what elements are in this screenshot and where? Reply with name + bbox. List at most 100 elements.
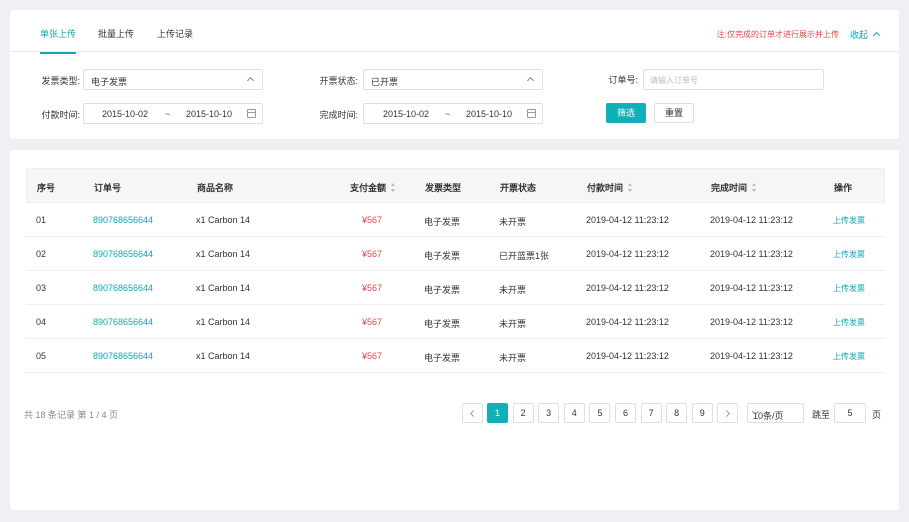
pay-time-end: 2015-10-10: [186, 109, 233, 119]
chevron-up-icon: [246, 76, 255, 85]
cell-invoice-type: 电子发票: [424, 285, 461, 295]
cell-product: x1 Carbon 14: [196, 249, 251, 259]
header-pay-time[interactable]: 付款时间: [587, 181, 633, 194]
jump-page-input[interactable]: 5: [834, 403, 866, 423]
cell-invoice-status: 未开票: [499, 353, 527, 363]
pay-time-start: 2015-10-02: [102, 109, 149, 119]
order-no-link[interactable]: 890768656644: [93, 351, 153, 361]
cell-invoice-type: 电子发票: [424, 217, 461, 227]
upload-invoice-link[interactable]: 上传发票: [833, 215, 865, 226]
prev-page-button[interactable]: [462, 403, 483, 423]
cell-invoice-type: 电子发票: [424, 251, 461, 261]
done-time-range[interactable]: 2015-10-02 ~ 2015-10-10: [363, 103, 543, 124]
cell-pay-time: 2019-04-12 11:23:12: [586, 317, 669, 327]
cell-pay-time: 2019-04-12 11:23:12: [586, 283, 669, 293]
order-no-input[interactable]: 请输入订单号: [643, 69, 824, 90]
invoice-type-select[interactable]: 电子发票: [83, 69, 263, 90]
header-order-no: 订单号: [94, 183, 122, 193]
tab-single-upload[interactable]: 单张上传: [40, 27, 77, 54]
tab-upload-records[interactable]: 上传记录: [157, 27, 193, 52]
cell-invoice-type: 电子发票: [424, 353, 461, 363]
done-time-end: 2015-10-10: [466, 109, 513, 119]
cell-amount: ¥567: [362, 351, 383, 361]
cell-invoice-status: 已开蓝票1张: [499, 251, 550, 261]
results-panel: 序号 订单号 商品名称 支付金额 发票类型 开票状态 付款时间 完成时间 操作 …: [10, 150, 899, 510]
order-no-link[interactable]: 890768656644: [93, 249, 153, 259]
sort-icon: [628, 183, 633, 192]
header-done-time[interactable]: 完成时间: [711, 181, 757, 194]
invoice-type-value: 电子发票: [91, 77, 128, 87]
cell-done-time: 2019-04-12 11:23:12: [710, 215, 793, 225]
upload-invoice-link[interactable]: 上传发票: [833, 351, 865, 362]
table-row: 05 890768656644 x1 Carbon 14 ¥567 电子发票 未开票 201…: [26, 339, 885, 373]
page-button-6[interactable]: 6: [615, 403, 636, 423]
next-page-button[interactable]: [717, 403, 738, 423]
upload-invoice-link[interactable]: 上传发票: [833, 317, 865, 328]
orders-table: 序号 订单号 商品名称 支付金额 发票类型 开票状态 付款时间 完成时间 操作 …: [26, 168, 885, 373]
page-button-4[interactable]: 4: [563, 403, 585, 423]
page-button-7[interactable]: 7: [640, 403, 662, 423]
table-row: 03 890768656644 x1 Carbon 14 ¥567 电子发票 未开票 201…: [26, 271, 885, 305]
order-no-link[interactable]: 890768656644: [93, 317, 153, 327]
header-amount[interactable]: 支付金额: [350, 181, 396, 194]
header-invoice-type: 发票类型: [425, 183, 462, 193]
cell-invoice-type: 电子发票: [424, 319, 461, 329]
invoice-status-select[interactable]: 已开票: [363, 69, 543, 90]
cell-product: x1 Carbon 14: [196, 215, 251, 225]
pay-time-range[interactable]: 2015-10-02 ~ 2015-10-10: [83, 103, 263, 124]
cell-amount: ¥567: [362, 215, 383, 225]
invoice-status-value: 已开票: [371, 77, 399, 87]
header-action: 操作: [834, 183, 853, 193]
order-no-placeholder: 请输入订单号: [650, 76, 698, 85]
cell-product: x1 Carbon 14: [196, 283, 251, 293]
notice-text: 注:仅完成的订单才进行展示并上传: [716, 30, 839, 39]
cell-index: 01: [36, 215, 47, 225]
table-header: 序号 订单号 商品名称 支付金额 发票类型 开票状态 付款时间 完成时间 操作: [26, 168, 885, 203]
cell-done-time: 2019-04-12 11:23:12: [710, 249, 793, 259]
order-no-link[interactable]: 890768656644: [93, 215, 153, 225]
cell-pay-time: 2019-04-12 11:23:12: [586, 215, 669, 225]
cell-pay-time: 2019-04-12 11:23:12: [586, 249, 669, 259]
table-row: 04 890768656644 x1 Carbon 14 ¥567 电子发票 未开票 201…: [26, 305, 885, 339]
cell-invoice-status: 未开票: [499, 319, 527, 329]
header-invoice-status: 开票状态: [500, 183, 537, 193]
chevron-up-icon: [872, 31, 881, 40]
table-row: 02 890768656644 x1 Carbon 14 ¥567 电子发票 已开蓝票1张…: [26, 237, 885, 271]
collapse-toggle[interactable]: 收起: [850, 28, 881, 41]
sort-icon: [391, 183, 396, 192]
cell-index: 04: [36, 317, 47, 327]
chevron-right-icon: [722, 409, 731, 418]
table-row: 01 890768656644 x1 Carbon 14 ¥567 电子发票 未开票 201…: [26, 203, 885, 237]
page-button-5[interactable]: 5: [589, 403, 611, 423]
upload-invoice-link[interactable]: 上传发票: [833, 283, 865, 294]
tab-batch-upload[interactable]: 批量上传: [98, 27, 134, 52]
done-time-label: 完成时间:: [319, 110, 358, 120]
header-amount-label: 支付金额: [350, 183, 387, 193]
filter-button[interactable]: 筛选: [606, 103, 646, 123]
invoice-type-label: 发票类型:: [41, 76, 80, 86]
cell-done-time: 2019-04-12 11:23:12: [710, 317, 793, 327]
done-time-start: 2015-10-02: [383, 109, 430, 119]
cell-invoice-status: 未开票: [499, 285, 527, 295]
upload-invoice-link[interactable]: 上传发票: [833, 249, 865, 260]
cell-invoice-status: 未开票: [499, 217, 527, 227]
range-separator: ~: [165, 109, 171, 119]
cell-index: 02: [36, 249, 47, 259]
header-product: 商品名称: [197, 183, 234, 193]
page-button-8[interactable]: 8: [666, 403, 688, 423]
cell-done-time: 2019-04-12 11:23:12: [710, 283, 793, 293]
pay-time-label: 付款时间:: [41, 110, 80, 120]
jump-label: 跳至: [812, 410, 831, 420]
reset-button[interactable]: 重置: [654, 103, 694, 123]
tab-bar: 单张上传 批量上传 上传记录 注:仅完成的订单才进行展示并上传 收起: [10, 10, 899, 54]
page-unit-label: 页: [872, 410, 882, 420]
calendar-icon: [247, 109, 256, 118]
cell-amount: ¥567: [362, 283, 383, 293]
page-button-9[interactable]: 9: [691, 403, 713, 423]
page-button-1[interactable]: 1: [487, 403, 508, 423]
cell-index: 05: [36, 351, 47, 361]
order-no-link[interactable]: 890768656644: [93, 283, 153, 293]
page-size-select[interactable]: 10条/页: [747, 403, 804, 423]
page-button-3[interactable]: 3: [538, 403, 560, 423]
page-button-2[interactable]: 2: [512, 403, 534, 423]
